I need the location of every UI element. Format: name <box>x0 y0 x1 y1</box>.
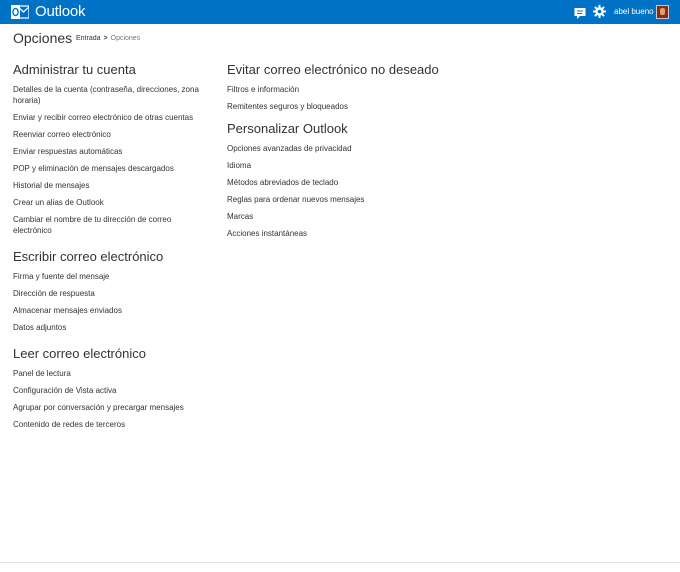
account-links: Detalles de la cuenta (contraseña, direc… <box>13 84 213 236</box>
options-right-column: Evitar correo electrónico no deseado Fil… <box>227 62 447 245</box>
link-account-details[interactable]: Detalles de la cuenta (contraseña, direc… <box>13 84 213 106</box>
section-read: Leer correo electrónico Panel de lectura… <box>13 346 213 430</box>
link-active-view[interactable]: Configuración de Vista activa <box>13 385 213 396</box>
avatar[interactable] <box>656 5 669 19</box>
section-title-account: Administrar tu cuenta <box>13 62 136 77</box>
section-title-junk: Evitar correo electrónico no deseado <box>227 62 439 77</box>
chat-icon[interactable] <box>574 6 586 19</box>
app-title[interactable]: Outlook <box>35 3 85 21</box>
junk-links: Filtros e información Remitentes seguros… <box>227 84 447 112</box>
breadcrumb-current: Opciones <box>110 35 141 42</box>
link-automatic-replies[interactable]: Enviar respuestas automáticas <box>13 146 213 157</box>
link-forward-email[interactable]: Reenviar correo electrónico <box>13 129 213 140</box>
link-save-sent[interactable]: Almacenar mensajes enviados <box>13 305 213 316</box>
link-flags[interactable]: Marcas <box>227 211 447 222</box>
link-signature-font[interactable]: Firma y fuente del mensaje <box>13 271 213 282</box>
breadcrumb-separator: > <box>103 35 108 42</box>
link-keyboard-shortcuts[interactable]: Métodos abreviados de teclado <box>227 177 447 188</box>
link-group-conversation[interactable]: Agrupar por conversación y precargar men… <box>13 402 213 413</box>
customize-links: Opciones avanzadas de privacidad Idioma … <box>227 143 447 239</box>
link-reading-pane[interactable]: Panel de lectura <box>13 368 213 379</box>
link-reply-address[interactable]: Dirección de respuesta <box>13 288 213 299</box>
section-account: Administrar tu cuenta Detalles de la cue… <box>13 62 213 236</box>
link-pop-deletion[interactable]: POP y eliminación de mensajes descargado… <box>13 163 213 174</box>
breadcrumb-inbox-link[interactable]: Entrada <box>76 35 101 42</box>
section-customize: Personalizar Outlook Opciones avanzadas … <box>227 121 447 239</box>
gear-icon[interactable] <box>593 5 606 18</box>
top-bar: Outlook abel bueno <box>0 0 680 24</box>
write-links: Firma y fuente del mensaje Dirección de … <box>13 271 213 333</box>
link-filters-reporting[interactable]: Filtros e información <box>227 84 447 95</box>
section-title-write: Escribir correo electrónico <box>13 249 164 264</box>
link-attachments[interactable]: Datos adjuntos <box>13 322 213 333</box>
link-sorting-rules[interactable]: Reglas para ordenar nuevos mensajes <box>227 194 447 205</box>
user-name[interactable]: abel bueno <box>614 6 654 18</box>
link-message-history[interactable]: Historial de mensajes <box>13 180 213 191</box>
link-safe-blocked-senders[interactable]: Remitentes seguros y bloqueados <box>227 101 447 112</box>
link-create-alias[interactable]: Crear un alias de Outlook <box>13 197 213 208</box>
link-third-party-content[interactable]: Contenido de redes de terceros <box>13 419 213 430</box>
link-instant-actions[interactable]: Acciones instantáneas <box>227 228 447 239</box>
section-junk: Evitar correo electrónico no deseado Fil… <box>227 62 447 112</box>
section-write: Escribir correo electrónico Firma y fuen… <box>13 249 213 333</box>
section-title-customize: Personalizar Outlook <box>227 121 348 136</box>
breadcrumb: Entrada > Opciones <box>76 34 140 44</box>
outlook-logo-icon[interactable] <box>11 4 30 20</box>
link-send-receive-other-accounts[interactable]: Enviar y recibir correo electrónico de o… <box>13 112 213 123</box>
options-left-column: Administrar tu cuenta Detalles de la cue… <box>13 62 213 436</box>
link-advanced-privacy[interactable]: Opciones avanzadas de privacidad <box>227 143 447 154</box>
section-title-read: Leer correo electrónico <box>13 346 146 361</box>
page-title: Opciones <box>13 30 73 46</box>
link-language[interactable]: Idioma <box>227 160 447 171</box>
link-rename-address[interactable]: Cambiar el nombre de tu dirección de cor… <box>13 214 193 236</box>
read-links: Panel de lectura Configuración de Vista … <box>13 368 213 430</box>
